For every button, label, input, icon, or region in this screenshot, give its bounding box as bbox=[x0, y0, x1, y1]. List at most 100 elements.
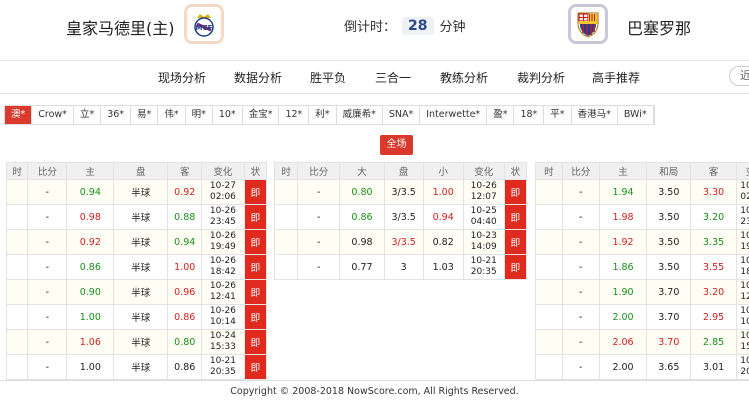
company-tab[interactable]: 平* bbox=[544, 106, 572, 124]
nav-live-analysis[interactable]: 现场分析 bbox=[158, 69, 206, 86]
time-cell bbox=[5, 254, 29, 280]
draw-odds-cell: 3.70 bbox=[646, 279, 692, 305]
live-status-button[interactable]: 即 bbox=[243, 179, 268, 205]
handicap-line-cell: 半球 bbox=[113, 204, 169, 230]
table-row: -1.903.703.2010-212:4 bbox=[535, 279, 749, 305]
change-time-cell: 10-21 20:35 bbox=[201, 354, 245, 380]
home-team-name[interactable]: 皇家马德里(主) bbox=[66, 15, 175, 39]
live-status-button[interactable]: 即 bbox=[503, 204, 528, 230]
over-odds-cell: 0.77 bbox=[339, 254, 385, 280]
column-header: 客 bbox=[167, 162, 203, 180]
change-time-cell: 10-212:4 bbox=[736, 279, 749, 305]
company-tab[interactable]: Crow* bbox=[32, 106, 74, 124]
live-status-button[interactable]: 即 bbox=[243, 279, 268, 305]
change-clock: 20:35 bbox=[470, 267, 497, 277]
full-match-button[interactable]: 全场 bbox=[380, 135, 413, 155]
company-tab[interactable]: 易* bbox=[131, 106, 159, 124]
live-status-button[interactable]: 即 bbox=[243, 304, 268, 330]
nav-referee-analysis[interactable]: 裁判分析 bbox=[517, 69, 565, 86]
company-tab[interactable]: 12* bbox=[279, 106, 310, 124]
europe-odds-table: 时比分主和局客变 -1.943.503.3010-202:0-1.983.503… bbox=[535, 162, 749, 380]
time-cell bbox=[5, 304, 29, 330]
company-tab[interactable]: 金宝* bbox=[243, 106, 280, 124]
nav-coach-analysis[interactable]: 教练分析 bbox=[440, 69, 488, 86]
change-clock: 15:3 bbox=[740, 342, 749, 352]
company-tab[interactable]: 盈* bbox=[487, 106, 515, 124]
change-time-cell: 10-26 10:14 bbox=[201, 304, 245, 330]
away-win-odds-cell: 2.85 bbox=[690, 329, 738, 355]
nav-data-analysis[interactable]: 数据分析 bbox=[234, 69, 282, 86]
change-time-cell: 10-26 19:49 bbox=[201, 229, 245, 255]
company-tab[interactable]: 澳* bbox=[5, 106, 33, 124]
time-cell bbox=[535, 204, 563, 230]
change-time-cell: 10-23 14:09 bbox=[462, 229, 505, 255]
time-cell bbox=[535, 304, 563, 330]
column-header: 盘 bbox=[113, 162, 169, 180]
change-clock: 19:49 bbox=[209, 242, 236, 252]
score-cell: - bbox=[297, 254, 341, 280]
company-tab[interactable]: 36* bbox=[101, 106, 132, 124]
under-odds-cell: 0.82 bbox=[422, 229, 464, 255]
company-tabs: 澳* Crow* 立* 36* 易* 伟* 明* 10* 金宝* 12* 利* 威廉希* SNA* Int… bbox=[4, 105, 655, 125]
nav-three-in-one[interactable]: 三合一 bbox=[375, 69, 411, 86]
change-time-cell: 10-220:3 bbox=[736, 354, 749, 380]
change-time-cell: 10-26 12:07 bbox=[462, 179, 505, 205]
score-cell: - bbox=[561, 329, 600, 355]
nav-more-button[interactable]: 近 bbox=[729, 66, 749, 86]
away-team-name[interactable]: 巴塞罗那 bbox=[627, 15, 691, 39]
under-odds-cell: 1.00 bbox=[422, 179, 464, 205]
away-team-crest-icon[interactable] bbox=[568, 4, 608, 44]
company-tab[interactable]: 明* bbox=[186, 106, 213, 124]
company-tab[interactable]: 威廉希* bbox=[337, 106, 383, 124]
score-cell: - bbox=[297, 204, 341, 230]
column-header: 比分 bbox=[297, 162, 341, 180]
change-date: 10-26 bbox=[470, 181, 497, 191]
home-odds-cell: 1.06 bbox=[66, 329, 115, 355]
company-tab[interactable]: 18* bbox=[514, 106, 545, 124]
draw-odds-cell: 3.50 bbox=[646, 179, 692, 205]
change-date: 10-26 bbox=[209, 256, 237, 266]
table-row: -2.003.702.9510-210:1 bbox=[535, 304, 749, 330]
home-team-crest-icon[interactable]: MCF bbox=[184, 4, 224, 44]
score-cell: - bbox=[27, 204, 68, 230]
column-header: 时 bbox=[273, 162, 299, 180]
live-status-button[interactable]: 即 bbox=[503, 179, 528, 205]
company-tab[interactable]: BWi* bbox=[618, 106, 654, 124]
nav-expert-picks[interactable]: 高手推荐 bbox=[592, 69, 640, 86]
column-header: 大 bbox=[339, 162, 385, 180]
time-cell bbox=[273, 254, 299, 280]
under-odds-cell: 0.94 bbox=[422, 204, 464, 230]
live-status-button[interactable]: 即 bbox=[243, 329, 268, 355]
table-row: -0.77 3 1.03 10-21 20:35 即 bbox=[273, 254, 528, 280]
company-tab[interactable]: 立* bbox=[74, 106, 102, 124]
company-tab[interactable]: SNA* bbox=[383, 106, 421, 124]
score-cell: - bbox=[27, 254, 68, 280]
column-header: 主 bbox=[598, 162, 648, 180]
company-tab[interactable]: 10* bbox=[213, 106, 243, 124]
column-header: 主 bbox=[66, 162, 115, 180]
home-odds-cell: 0.94 bbox=[66, 179, 115, 205]
live-status-button[interactable]: 即 bbox=[243, 254, 268, 280]
away-win-odds-cell: 3.20 bbox=[690, 279, 738, 305]
draw-odds-cell: 3.65 bbox=[646, 354, 692, 380]
score-cell: - bbox=[297, 179, 341, 205]
table-row: -0.86 3/3.5 0.94 10-25 04:40 即 bbox=[273, 204, 528, 230]
change-clock: 23:45 bbox=[209, 217, 236, 227]
live-status-button[interactable]: 即 bbox=[243, 354, 268, 380]
live-status-button[interactable]: 即 bbox=[503, 229, 528, 255]
live-status-button[interactable]: 即 bbox=[243, 204, 268, 230]
company-tab[interactable]: 利* bbox=[309, 106, 337, 124]
change-time-cell: 10-210:1 bbox=[736, 304, 749, 330]
change-time-cell: 10-202:0 bbox=[736, 179, 749, 205]
handicap-line-cell: 半球 bbox=[113, 229, 169, 255]
change-time-cell: 10-27 02:06 bbox=[201, 179, 245, 205]
company-tab[interactable]: 香港马* bbox=[572, 106, 618, 124]
nav-win-draw-loss[interactable]: 胜平负 bbox=[310, 69, 346, 86]
change-clock: 12:07 bbox=[470, 192, 497, 202]
score-cell: - bbox=[561, 204, 600, 230]
handicap-line-cell: 半球 bbox=[113, 354, 169, 380]
company-tab[interactable]: Interwette* bbox=[420, 106, 488, 124]
company-tab[interactable]: 伟* bbox=[158, 106, 186, 124]
live-status-button[interactable]: 即 bbox=[243, 229, 268, 255]
live-status-button[interactable]: 即 bbox=[503, 254, 528, 280]
